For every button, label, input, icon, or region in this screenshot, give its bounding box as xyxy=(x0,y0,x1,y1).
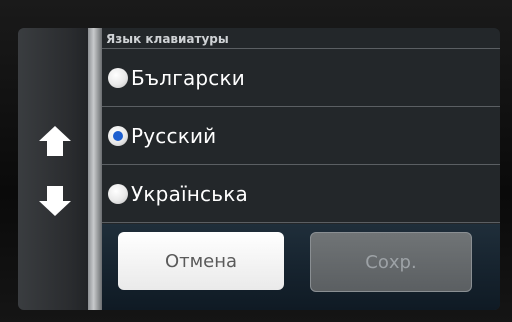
scroll-sidebar xyxy=(18,28,92,310)
list-item-bulgarian[interactable]: Български xyxy=(102,48,500,107)
scroll-down-button[interactable] xyxy=(32,180,78,226)
scroll-up-button[interactable] xyxy=(32,120,78,166)
arrow-up-icon xyxy=(38,124,72,162)
sidebar-divider xyxy=(88,28,102,310)
list-item-label: Українська xyxy=(131,182,248,206)
arrow-down-icon xyxy=(38,184,72,222)
page-title: Язык клавиатуры xyxy=(106,32,229,46)
list-item-label: Български xyxy=(131,66,245,90)
list-item-ukrainian[interactable]: Українська xyxy=(102,164,500,223)
radio-button-selected[interactable] xyxy=(108,126,128,146)
divider xyxy=(102,222,500,223)
list-item-label: Русский xyxy=(131,124,217,148)
save-button[interactable]: Сохр. xyxy=(310,232,472,292)
screen: Язык клавиатуры Български Русский Україн… xyxy=(18,28,500,310)
radio-button[interactable] xyxy=(108,184,128,204)
list-item-russian[interactable]: Русский xyxy=(102,106,500,165)
radio-button[interactable] xyxy=(108,68,128,88)
button-bar: Отмена Сохр. xyxy=(102,224,500,310)
cancel-button[interactable]: Отмена xyxy=(118,232,284,290)
